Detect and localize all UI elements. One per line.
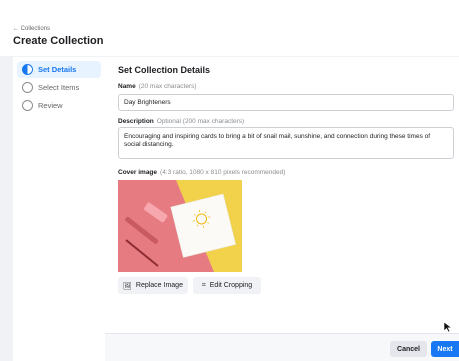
edit-cropping-label: Edit Cropping: [209, 282, 253, 289]
image-icon: 🖼: [123, 282, 132, 290]
cover-image-label: Cover image: [118, 169, 158, 176]
crop-icon: ⌗: [201, 281, 206, 289]
cover-image-preview: [118, 180, 242, 272]
step-label: Set Details: [38, 65, 77, 74]
step-label: Review: [38, 101, 63, 110]
step-empty-circle-icon: [22, 82, 33, 93]
cover-image-hint: (4:3 ratio, 1080 x 810 pixels recommende…: [160, 169, 286, 176]
wizard-footer: Cancel Next: [105, 333, 459, 361]
collection-details-panel: Set Collection Details Name (20 max chara…: [105, 57, 459, 361]
page-title: Create Collection: [13, 35, 104, 47]
name-field-label: Name (20 max characters): [118, 83, 197, 90]
replace-image-label: Replace Image: [135, 282, 183, 289]
name-hint: (20 max characters): [138, 83, 197, 90]
edit-cropping-button[interactable]: ⌗ Edit Cropping: [193, 277, 261, 294]
description-field-label: Description Optional (200 max characters): [118, 118, 244, 125]
section-title: Set Collection Details: [118, 65, 211, 75]
cover-photo-illustration: [118, 180, 242, 272]
step-set-details[interactable]: Set Details: [17, 61, 101, 78]
description-label: Description: [118, 118, 154, 125]
replace-image-button[interactable]: 🖼 Replace Image: [118, 277, 188, 294]
step-review[interactable]: Review: [17, 97, 101, 114]
cancel-button[interactable]: Cancel: [390, 341, 427, 357]
steps-sidebar: Set Details Select Items Review: [13, 57, 105, 361]
step-select-items[interactable]: Select Items: [17, 79, 101, 96]
mouse-pointer-icon: [443, 321, 453, 333]
description-input[interactable]: Encouraging and inspiring cards to bring…: [118, 127, 454, 159]
cover-image-field-label: Cover image (4:3 ratio, 1080 x 810 pixels…: [118, 169, 285, 176]
name-label: Name: [118, 83, 136, 90]
description-hint: Optional (200 max characters): [156, 118, 245, 125]
step-empty-circle-icon: [22, 100, 33, 111]
step-label: Select Items: [38, 83, 80, 92]
name-input[interactable]: [118, 94, 454, 111]
page-header: ← Collections Create Collection: [0, 0, 459, 56]
breadcrumb-collections[interactable]: ← Collections: [13, 26, 50, 32]
next-button[interactable]: Next: [431, 341, 459, 357]
step-progress-half-icon: [22, 64, 33, 75]
